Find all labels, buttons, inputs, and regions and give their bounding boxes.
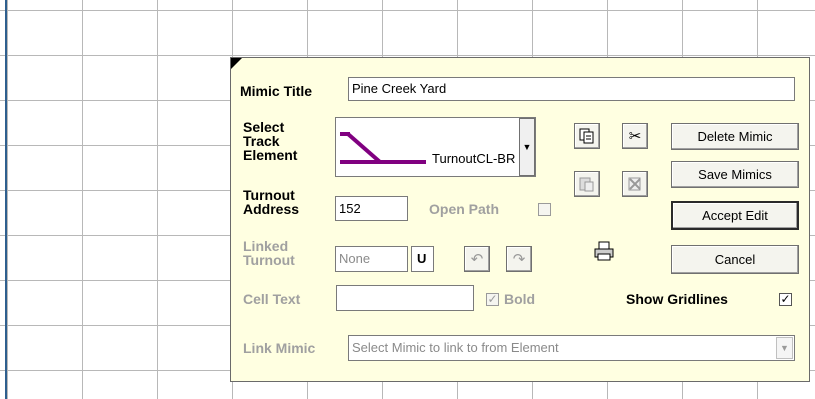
bold-checkbox: ✓	[486, 292, 499, 306]
delete-element-icon	[622, 171, 648, 197]
edit-mimic-panel: Mimic Title Pine Creek Yard Select Track…	[230, 57, 810, 382]
label-line: Turnout	[243, 187, 295, 203]
print-icon[interactable]	[591, 238, 617, 264]
label-line: Turnout	[243, 252, 295, 268]
u-toggle-button[interactable]: U	[411, 246, 434, 272]
label-line: Select	[243, 119, 285, 135]
link-mimic-placeholder: Select Mimic to link to from Element	[352, 340, 559, 355]
delete-element-glyph	[628, 177, 641, 191]
accept-edit-button[interactable]: Accept Edit	[671, 201, 799, 230]
track-element-value: TurnoutCL-BR	[432, 151, 516, 166]
label-line: Linked	[243, 238, 289, 254]
undo-icon: ↶	[464, 246, 490, 272]
paste-icon	[574, 171, 600, 197]
label-line: Address	[243, 201, 300, 217]
cut-icon[interactable]: ✂	[622, 123, 648, 149]
mimic-title-input[interactable]: Pine Creek Yard	[348, 77, 795, 101]
link-mimic-select[interactable]: Select Mimic to link to from Element ▼	[348, 335, 795, 361]
cell-text-label: Cell Text	[243, 291, 301, 307]
copy-icon[interactable]	[574, 123, 600, 149]
save-mimics-button[interactable]: Save Mimics	[671, 161, 799, 188]
delete-mimic-button[interactable]: Delete Mimic	[671, 123, 799, 150]
cancel-button[interactable]: Cancel	[671, 245, 799, 274]
left-border	[5, 0, 7, 399]
turnout-address-input[interactable]: 152	[335, 196, 408, 221]
open-path-checkbox	[538, 203, 551, 216]
track-element-select[interactable]: TurnoutCL-BR ▼	[335, 117, 536, 177]
chevron-down-icon[interactable]: ▼	[776, 337, 793, 359]
paste-icon-glyph	[579, 177, 594, 192]
copy-icon-glyph	[579, 128, 594, 144]
mimic-title-label: Mimic Title	[240, 83, 313, 99]
corner-marker	[231, 58, 242, 69]
redo-icon: ↷	[506, 246, 532, 272]
label-line: Element	[243, 147, 298, 163]
linked-turnout-input: None	[335, 246, 408, 272]
linked-turnout-label: Linked Turnout	[243, 239, 295, 267]
cell-text-input[interactable]	[336, 285, 474, 311]
turnout-preview-icon	[340, 132, 426, 164]
label-line: Track	[243, 133, 280, 149]
show-gridlines-label: Show Gridlines	[626, 291, 728, 307]
printer-glyph	[594, 241, 614, 261]
link-mimic-label: Link Mimic	[243, 340, 316, 356]
select-track-element-label: Select Track Element	[243, 120, 297, 162]
chevron-down-icon[interactable]: ▼	[519, 118, 535, 176]
show-gridlines-checkbox[interactable]: ✓	[779, 293, 792, 306]
turnout-address-label: Turnout Address	[243, 188, 299, 216]
bold-label: Bold	[504, 291, 536, 307]
open-path-label: Open Path	[429, 201, 500, 217]
